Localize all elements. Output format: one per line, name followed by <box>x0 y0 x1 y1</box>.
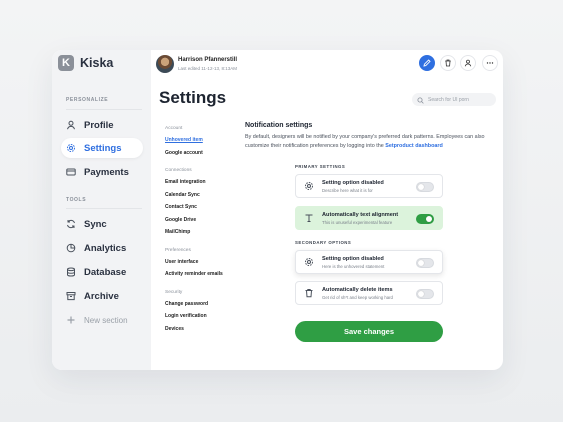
description-text: By default, designers will be notified b… <box>245 134 485 149</box>
sidebar: K Kiska PERSONALIZE Profile Settings Pay… <box>52 50 151 370</box>
subnav-group-title: Connections <box>165 168 192 173</box>
gear-icon <box>304 257 314 267</box>
logo: K Kiska <box>58 55 113 71</box>
subnav-item[interactable]: User interface <box>165 256 235 269</box>
subnav-item[interactable]: Login verification <box>165 310 235 323</box>
setting-title: Setting option disabled <box>322 255 384 262</box>
subnav-group-title: Preferences <box>165 247 191 253</box>
sidebar-item-label: Database <box>84 266 127 278</box>
sidebar-item-profile[interactable]: Profile <box>61 115 143 135</box>
delete-button[interactable] <box>440 55 456 71</box>
section-label-tools: TOOLS <box>66 197 87 203</box>
setting-card[interactable]: Automatically text alignment This is unu… <box>295 206 443 230</box>
setting-subtitle: Get rid of sh*t and keep working hard <box>322 294 393 300</box>
gear-icon <box>66 143 76 153</box>
edit-icon <box>423 54 431 72</box>
more-icon <box>486 54 494 72</box>
setting-card[interactable]: Setting option disabled Describe here wh… <box>295 174 443 198</box>
sidebar-item-label: Analytics <box>84 242 127 254</box>
subnav-item[interactable]: Devices <box>165 323 235 336</box>
user-name: Harrison Pfannerstill <box>178 57 238 63</box>
setting-title: Automatically text alignment <box>322 211 399 218</box>
setting-subtitle: Here is the unhovered statement <box>322 263 385 269</box>
avatar[interactable] <box>156 55 174 73</box>
page-title: Settings <box>159 88 227 107</box>
more-button[interactable] <box>482 55 498 71</box>
sidebar-item-analytics[interactable]: Analytics <box>61 238 143 258</box>
setting-card[interactable]: Automatically delete items Get rid of sh… <box>295 281 443 305</box>
trash-icon <box>444 54 452 72</box>
subnav-item[interactable]: Activity reminder emails <box>165 268 235 281</box>
edit-button[interactable] <box>419 55 435 71</box>
card-icon <box>66 167 76 177</box>
toggle-switch[interactable] <box>416 289 434 299</box>
database-icon <box>66 267 76 277</box>
subnav-item[interactable]: Calendar Sync <box>165 189 235 202</box>
app-name: Kiska <box>80 56 114 70</box>
toggle-switch[interactable] <box>416 214 434 224</box>
pie-chart-icon <box>66 243 76 253</box>
subnav-item[interactable]: Google Drive <box>165 214 235 227</box>
setting-subtitle: This is unuseful experimental feature <box>322 219 393 225</box>
dashboard-link[interactable]: Setproduct dashboard <box>385 143 443 149</box>
search-placeholder: Search for UI porn <box>428 96 469 103</box>
sidebar-item-settings[interactable]: Settings <box>61 138 143 158</box>
sidebar-item-sync[interactable]: Sync <box>61 214 143 234</box>
subnav-item[interactable]: Change password <box>165 298 235 311</box>
subnav-item[interactable]: Unhovered item <box>165 134 235 147</box>
text-icon <box>304 213 314 223</box>
section-title: Notification settings <box>245 122 313 129</box>
subnav-item[interactable]: Email integration <box>165 176 235 189</box>
secondary-options-label: SECONDARY OPTIONS <box>295 240 352 245</box>
logo-mark: K <box>58 55 74 71</box>
save-button[interactable]: Save changes <box>295 321 443 342</box>
toggle-switch[interactable] <box>416 182 434 192</box>
subnav-item[interactable]: Google account <box>165 147 235 160</box>
notification-settings: Notification settings By default, design… <box>245 122 495 151</box>
user-button[interactable] <box>460 55 476 71</box>
subnav-group-title: Security <box>165 289 183 295</box>
sidebar-item-label: Archive <box>84 290 119 302</box>
top-bar: Harrison Pfannerstill Last edited 11-12-… <box>156 55 498 73</box>
section-label-personalize: PERSONALIZE <box>66 97 109 103</box>
setting-title: Automatically delete items <box>322 286 393 293</box>
divider <box>66 208 142 209</box>
sidebar-item-new-section[interactable]: New section <box>61 310 143 330</box>
archive-icon <box>66 291 76 301</box>
sidebar-item-label: New section <box>84 315 128 325</box>
subnav-group-title: Account <box>165 126 183 131</box>
sidebar-item-label: Profile <box>84 119 114 131</box>
sidebar-item-label: Sync <box>84 218 107 230</box>
setting-subtitle: Describe here what it is for <box>322 187 373 193</box>
sidebar-item-label: Settings <box>84 142 122 154</box>
setting-card[interactable]: Setting option disabled Here is the unho… <box>295 250 443 274</box>
toggle-switch[interactable] <box>416 258 434 268</box>
last-edited: Last edited 11-12-13, 8:13AM <box>178 66 237 71</box>
plus-icon <box>66 315 76 325</box>
subnav-item[interactable]: Contact Sync <box>165 201 235 214</box>
sidebar-item-label: Payments <box>84 166 129 178</box>
sidebar-item-archive[interactable]: Archive <box>61 286 143 306</box>
sync-icon <box>66 219 76 229</box>
subnav-item[interactable]: MailChimp <box>165 226 235 239</box>
user-icon <box>66 120 76 130</box>
app-window: K Kiska PERSONALIZE Profile Settings Pay… <box>52 50 503 370</box>
settings-subnav: Account Unhovered item Google account Co… <box>165 123 235 335</box>
divider <box>66 109 142 110</box>
gear-icon <box>304 181 314 191</box>
user-icon <box>464 54 472 72</box>
sidebar-item-database[interactable]: Database <box>61 262 143 282</box>
sidebar-item-payments[interactable]: Payments <box>61 162 143 182</box>
trash-icon <box>304 288 314 298</box>
search-input[interactable]: Search for UI porn <box>412 93 496 106</box>
primary-settings-label: PRIMARY SETTINGS <box>295 164 346 169</box>
setting-title: Setting option disabled <box>322 179 384 186</box>
section-description: By default, designers will be notified b… <box>245 133 495 151</box>
search-icon <box>417 91 424 109</box>
